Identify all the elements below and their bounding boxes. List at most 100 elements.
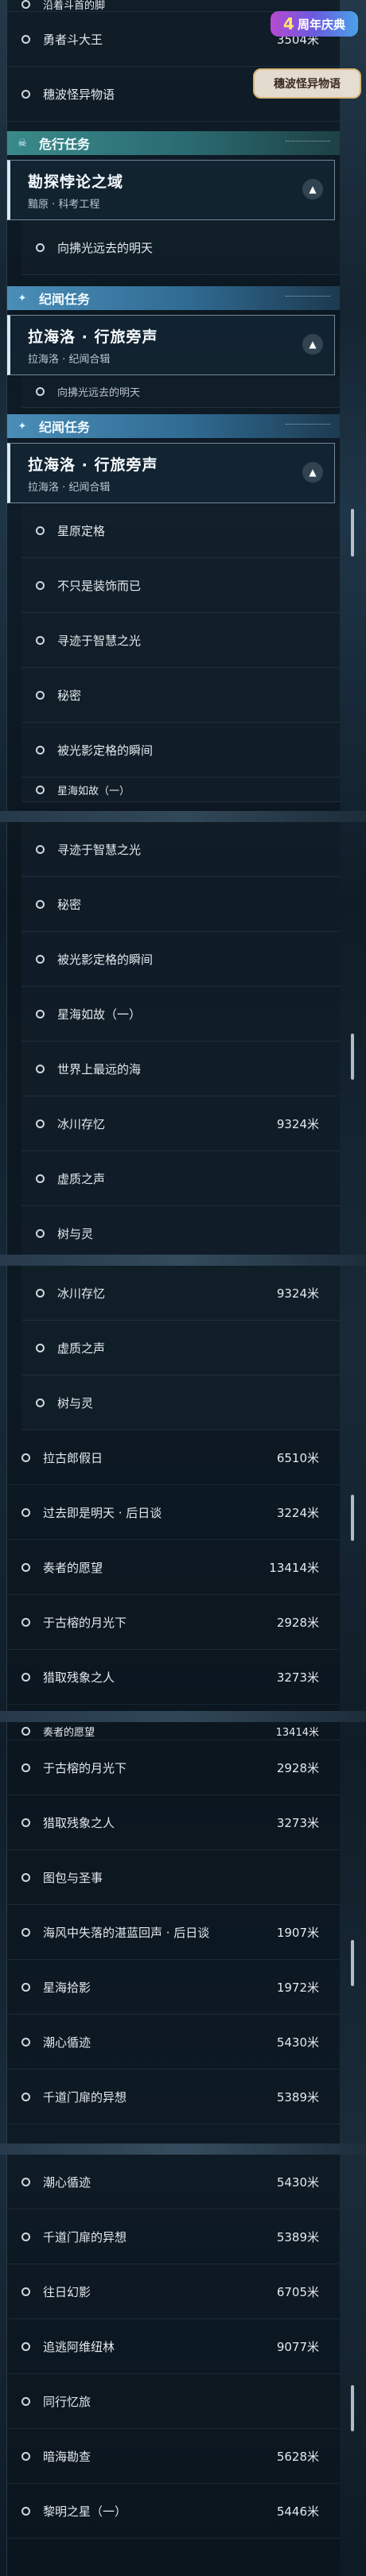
collapse-chevron-up-icon[interactable]: ▲ [302, 334, 323, 355]
collapse-chevron-up-icon[interactable]: ▲ [302, 462, 323, 483]
quest-sub-row[interactable]: 树与灵 [21, 1206, 340, 1255]
quest-sub-row[interactable]: 寻迹于智慧之光 [21, 822, 340, 877]
quest-title: 秘密 [57, 688, 82, 703]
quest-row[interactable]: 往日幻影 6705米 [7, 2264, 340, 2319]
scrollbar-thumb[interactable] [351, 509, 354, 557]
quest-row[interactable]: 潮心循迹 5430米 [7, 2015, 340, 2070]
quest-row[interactable]: 千道门扉的异想 5389米 [7, 2209, 340, 2264]
quest-distance: 6510米 [276, 1450, 319, 1465]
quest-row[interactable]: 潮心循迹 5430米 [7, 2155, 340, 2209]
quest-title: 海风中失落的湛蓝回声 · 后日谈 [43, 1925, 210, 1940]
quest-title: 虚质之声 [57, 1340, 106, 1356]
screenshot-divider [0, 811, 366, 822]
quest-row[interactable]: 暗海勘查 5628米 [7, 2429, 340, 2484]
quest-status-circle-icon [21, 89, 30, 99]
quest-sub-row[interactable]: 被光影定格的瞬间 [21, 932, 340, 987]
quest-status-circle-icon [36, 899, 45, 909]
quest-row[interactable]: 奏者的愿望 13414米 [7, 1540, 340, 1595]
quest-row[interactable]: 千道门扉的异想 5389米 [7, 2070, 340, 2124]
quest-row[interactable]: 海风中失落的湛蓝回声 · 后日谈 1907米 [7, 1905, 340, 1960]
quest-sub-row[interactable]: 星原定格 [21, 503, 340, 558]
quest-sub-row[interactable]: 秘密 [21, 668, 340, 723]
quest-sub-row[interactable]: 寻迹于智慧之光 [21, 613, 340, 668]
quest-sub-row[interactable]: 冰川存忆 9324米 [21, 1096, 340, 1151]
quest-sub-row[interactable]: 冰川存忆 9324米 [21, 1266, 340, 1321]
quest-title: 秘密 [57, 897, 82, 912]
quest-sub-row[interactable]: 秘密 [21, 877, 340, 932]
story-badge[interactable]: 穗波怪异物语 [253, 68, 361, 99]
quest-status-circle-icon [36, 1228, 45, 1238]
quest-row[interactable]: 星海拾影 1972米 [7, 1960, 340, 2015]
quest-distance: 9077米 [276, 2339, 319, 2354]
quest-sub-row[interactable]: 被光影定格的瞬间 [21, 723, 340, 778]
mission-card-lahailuo[interactable]: 拉海洛 · 行旅旁声 拉海洛 · 纪闻合辑 ▲ [7, 315, 335, 375]
quest-title: 被光影定格的瞬间 [57, 952, 154, 967]
header-decoration [286, 141, 330, 146]
quest-row[interactable]: 拉古郎假日 6510米 [7, 1430, 340, 1485]
quest-title: 同行忆旅 [43, 2394, 92, 2409]
quest-title: 寻迹于智慧之光 [57, 633, 142, 648]
quest-row[interactable]: 黎明之星（一） 5446米 [7, 2484, 340, 2539]
quest-title: 猎取残象之人 [43, 1815, 115, 1830]
sparkle-icon: ✦ [18, 420, 27, 433]
quest-status-circle-icon [21, 2177, 30, 2186]
mission-title: 拉海洛 · 行旅旁声 [28, 456, 158, 474]
quest-distance: 3273米 [276, 1815, 319, 1830]
quest-sub-row[interactable]: 虚质之声 [21, 1321, 340, 1375]
quest-status-circle-icon [36, 1398, 45, 1407]
quest-sub-row[interactable]: 向拂光远去的明天 [21, 220, 340, 275]
quest-row[interactable]: 于古榕的月光下 2928米 [7, 1740, 340, 1795]
quest-status-circle-icon [21, 2396, 30, 2406]
quest-sub-row-partial[interactable]: 星海如故（一） [21, 778, 340, 802]
quest-distance: 3224米 [276, 1505, 319, 1520]
quest-status-circle-icon [21, 1507, 30, 1517]
quest-status-circle-icon [21, 1872, 30, 1882]
quest-row[interactable]: 猎取残象之人 3273米 [7, 1795, 340, 1850]
quest-title: 黎明之星（一） [43, 2504, 127, 2519]
quest-status-circle-icon [21, 1982, 30, 1992]
mission-card-exploration[interactable]: 勘探悖论之域 黯原 · 科考工程 ▲ [7, 160, 335, 220]
quest-distance: 13414米 [275, 1726, 319, 1739]
quest-title: 被光影定格的瞬间 [57, 743, 154, 758]
quest-title: 向拂光远去的明天 [57, 386, 141, 399]
mission-card-lahailuo[interactable]: 拉海洛 · 行旅旁声 拉海洛 · 纪闻合辑 ▲ [7, 443, 335, 503]
quest-row[interactable]: 图包与圣事 [7, 1850, 340, 1905]
quest-title: 过去即是明天 · 后日谈 [43, 1505, 162, 1520]
quest-title: 拉古郎假日 [43, 1450, 103, 1465]
section-title: 危行任务 [39, 137, 91, 152]
quest-sub-row[interactable]: 不只是装饰而已 [21, 558, 340, 613]
scrollbar-thumb[interactable] [351, 1940, 354, 1986]
quest-row[interactable]: 于古榕的月光下 2928米 [7, 1595, 340, 1650]
quest-title: 星原定格 [57, 523, 106, 538]
quest-row-partial[interactable]: 沿着斗首的脚 [7, 0, 340, 12]
quest-status-circle-icon [36, 526, 45, 535]
mission-title: 拉海洛 · 行旅旁声 [28, 328, 158, 346]
quest-status-circle-icon [36, 1174, 45, 1183]
quest-status-circle-icon [36, 785, 45, 794]
quest-sub-row[interactable]: 虚质之声 [21, 1151, 340, 1206]
scrollbar-thumb[interactable] [351, 1495, 354, 1541]
quest-sub-row[interactable]: 星海如故（一） [21, 987, 340, 1042]
quest-row-partial[interactable]: 奏者的愿望 13414米 [7, 1722, 340, 1740]
quest-row[interactable]: 同行忆旅 [7, 2374, 340, 2429]
quest-sub-row[interactable]: 树与灵 [21, 1375, 340, 1430]
scrollbar-thumb[interactable] [351, 2385, 354, 2431]
quest-distance: 3273米 [276, 1670, 319, 1685]
quest-row[interactable]: 追逃阿维纽林 9077米 [7, 2319, 340, 2374]
header-decoration [286, 424, 330, 429]
quest-sub-row[interactable]: 世界上最远的海 [21, 1042, 340, 1096]
quest-status-circle-icon [36, 745, 45, 755]
quest-status-circle-icon [21, 1562, 30, 1572]
quest-title: 勇者斗大王 [43, 32, 103, 47]
quest-sub-row-overlap[interactable]: 向拂光远去的明天 [21, 375, 340, 408]
quest-row[interactable]: 过去即是明天 · 后日谈 3224米 [7, 1485, 340, 1540]
quest-title: 冰川存忆 [57, 1286, 106, 1301]
quest-title: 沿着斗首的脚 [43, 0, 106, 12]
quest-status-circle-icon [36, 690, 45, 700]
anniversary-badge[interactable]: 4 周年庆典 [271, 11, 358, 37]
scrollbar-thumb[interactable] [351, 1034, 354, 1080]
quest-distance: 5446米 [276, 2504, 319, 2519]
quest-status-circle-icon [21, 1726, 30, 1736]
quest-row[interactable]: 猎取残象之人 3273米 [7, 1650, 340, 1705]
collapse-chevron-up-icon[interactable]: ▲ [302, 179, 323, 200]
